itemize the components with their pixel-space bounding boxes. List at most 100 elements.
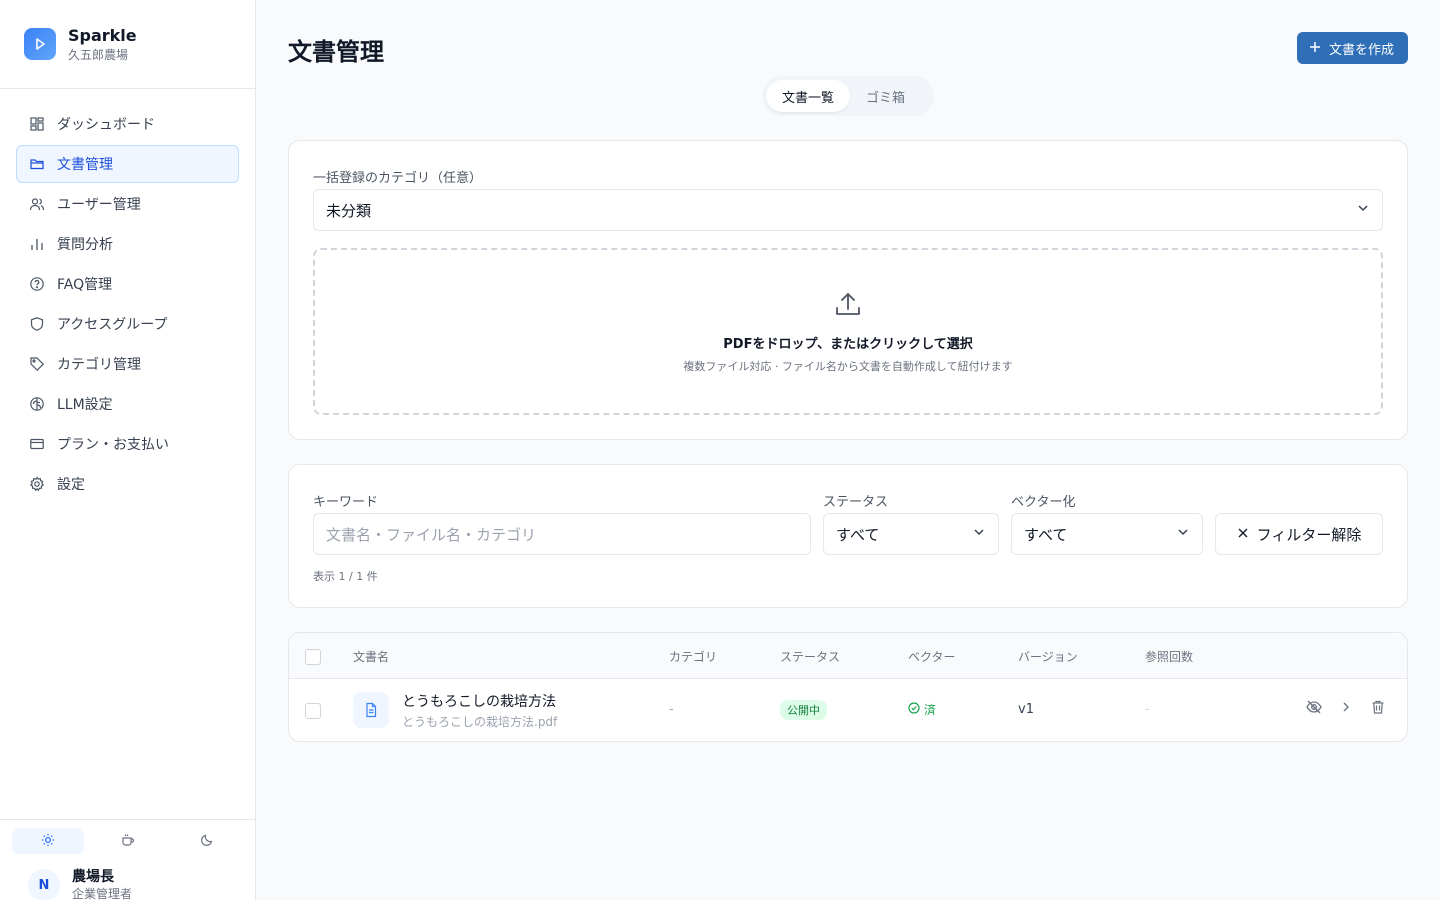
document-name[interactable]: とうもろこしの栽培方法 bbox=[402, 691, 556, 711]
chevron-down-icon bbox=[1356, 201, 1370, 219]
sidebar-item-faq[interactable]: FAQ管理 bbox=[16, 265, 239, 303]
result-count: 表示 1 / 1 件 bbox=[313, 570, 378, 583]
brand-name: Sparkle bbox=[68, 25, 137, 45]
help-circle-icon bbox=[29, 276, 45, 292]
sidebar-item-label: ダッシュボード bbox=[57, 117, 155, 133]
chevron-right-icon bbox=[1339, 700, 1353, 718]
category-label: 一括登録のカテゴリ（任意） bbox=[313, 171, 483, 186]
dropzone-title: PDFをドロップ、またはクリックして選択 bbox=[723, 337, 973, 352]
sidebar-item-llm[interactable]: LLM設定 bbox=[16, 385, 239, 423]
documents-table: 文書名 カテゴリ ステータス ベクター バージョン 参照回数 とうもろこしの栽培… bbox=[288, 632, 1408, 742]
user-role: 企業管理者 bbox=[72, 887, 133, 900]
upload-icon bbox=[833, 289, 863, 323]
sidebar-item-label: 文書管理 bbox=[57, 157, 113, 173]
sidebar-item-label: カテゴリ管理 bbox=[57, 357, 141, 373]
trash-icon bbox=[1370, 699, 1386, 719]
file-dropzone[interactable]: PDFをドロップ、またはクリックして選択 複数ファイル対応 · ファイル名から文… bbox=[313, 248, 1383, 415]
sidebar-item-label: FAQ管理 bbox=[57, 277, 113, 293]
vector-select-value: すべて bbox=[1024, 525, 1068, 544]
keyword-placeholder: 文書名・ファイル名・カテゴリ bbox=[326, 525, 537, 544]
sidebar: Sparkle 久五郎農場 ダッシュボード 文書管理 ユーザー管理 質問分析 F… bbox=[0, 0, 256, 900]
tab-documents[interactable]: 文書一覧 bbox=[766, 80, 851, 112]
status-select[interactable]: すべて bbox=[823, 513, 999, 555]
view-tabs: 文書一覧 ゴミ箱 bbox=[762, 76, 934, 116]
status-badge: 公開中 bbox=[780, 700, 827, 720]
sidebar-item-analytics[interactable]: 質問分析 bbox=[16, 225, 239, 263]
users-icon bbox=[29, 196, 45, 212]
sidebar-item-categories[interactable]: カテゴリ管理 bbox=[16, 345, 239, 383]
eye-off-icon bbox=[1305, 698, 1323, 720]
keyword-label: キーワード bbox=[313, 495, 379, 510]
vector-select[interactable]: すべて bbox=[1011, 513, 1203, 555]
main-content: 文書管理 文書を作成 文書一覧 ゴミ箱 一括登録のカテゴリ（任意） 未分類 PD… bbox=[256, 0, 1440, 900]
sidebar-item-label: 設定 bbox=[57, 477, 85, 493]
document-category: - bbox=[669, 702, 674, 717]
column-header-vector[interactable]: ベクター bbox=[908, 648, 956, 665]
open-detail-button[interactable] bbox=[1337, 700, 1355, 718]
sun-icon bbox=[41, 832, 55, 851]
vector-label: ベクター化 bbox=[1011, 495, 1076, 510]
row-checkbox[interactable] bbox=[305, 703, 321, 719]
column-header-name[interactable]: 文書名 bbox=[353, 648, 389, 665]
page-title: 文書管理 bbox=[288, 38, 384, 66]
avatar: N bbox=[28, 869, 60, 900]
close-icon bbox=[1237, 525, 1249, 543]
row-actions bbox=[1305, 700, 1387, 718]
dashboard-icon bbox=[29, 116, 45, 132]
column-header-refs[interactable]: 参照回数 bbox=[1145, 648, 1193, 665]
chevron-down-icon bbox=[972, 525, 986, 543]
sidebar-nav: ダッシュボード 文書管理 ユーザー管理 質問分析 FAQ管理 アクセスグループ … bbox=[0, 89, 255, 503]
theme-dark-button[interactable] bbox=[171, 828, 243, 854]
document-version: v1 bbox=[1018, 702, 1034, 717]
check-circle-icon bbox=[908, 702, 920, 717]
plus-icon bbox=[1309, 41, 1321, 56]
clear-filters-button[interactable]: フィルター解除 bbox=[1215, 513, 1383, 555]
sidebar-footer: N 農場長 企業管理者 bbox=[0, 819, 255, 900]
tab-trash[interactable]: ゴミ箱 bbox=[850, 80, 921, 112]
gear-icon bbox=[29, 476, 45, 492]
keyword-input[interactable]: 文書名・ファイル名・カテゴリ bbox=[313, 513, 811, 555]
create-document-label: 文書を作成 bbox=[1328, 41, 1394, 57]
brand-logo-icon bbox=[24, 28, 56, 60]
user-profile[interactable]: N 農場長 企業管理者 bbox=[0, 854, 255, 900]
delete-button[interactable] bbox=[1369, 700, 1387, 718]
coffee-icon bbox=[121, 832, 135, 851]
dropzone-subtitle: 複数ファイル対応 · ファイル名から文書を自動作成して紐付けます bbox=[683, 360, 1013, 373]
sidebar-item-dashboard[interactable]: ダッシュボード bbox=[16, 105, 239, 143]
sidebar-item-label: 質問分析 bbox=[57, 237, 113, 253]
column-header-category[interactable]: カテゴリ bbox=[669, 648, 717, 665]
brand-org: 久五郎農場 bbox=[68, 47, 129, 62]
column-header-version[interactable]: バージョン bbox=[1018, 648, 1078, 665]
hide-button[interactable] bbox=[1305, 700, 1323, 718]
theme-light-button[interactable] bbox=[12, 828, 84, 854]
file-text-icon bbox=[353, 692, 389, 728]
status-label: ステータス bbox=[823, 495, 889, 510]
document-refs: - bbox=[1145, 702, 1150, 717]
column-header-status[interactable]: ステータス bbox=[780, 648, 840, 665]
upload-card: 一括登録のカテゴリ（任意） 未分類 PDFをドロップ、またはクリックして選択 複… bbox=[288, 140, 1408, 440]
table-header: 文書名 カテゴリ ステータス ベクター バージョン 参照回数 bbox=[289, 633, 1407, 679]
category-select[interactable]: 未分類 bbox=[313, 189, 1383, 231]
credit-card-icon bbox=[29, 436, 45, 452]
sidebar-item-billing[interactable]: プラン・お支払い bbox=[16, 425, 239, 463]
status-select-value: すべて bbox=[836, 525, 880, 544]
table-row[interactable]: とうもろこしの栽培方法 とうもろこしの栽培方法.pdf - 公開中 済 v1 - bbox=[289, 679, 1407, 741]
filter-card: キーワード 文書名・ファイル名・カテゴリ ステータス すべて ベクター化 すべて… bbox=[288, 464, 1408, 608]
bar-chart-icon bbox=[29, 236, 45, 252]
moon-icon bbox=[200, 832, 214, 851]
theme-warm-button[interactable] bbox=[92, 828, 164, 854]
sidebar-item-label: アクセスグループ bbox=[57, 317, 168, 333]
select-all-checkbox[interactable] bbox=[305, 649, 321, 665]
chevron-down-icon bbox=[1176, 525, 1190, 543]
shield-icon bbox=[29, 316, 45, 332]
create-document-button[interactable]: 文書を作成 bbox=[1296, 32, 1408, 64]
sidebar-item-settings[interactable]: 設定 bbox=[16, 465, 239, 503]
sidebar-item-access-groups[interactable]: アクセスグループ bbox=[16, 305, 239, 343]
brand[interactable]: Sparkle 久五郎農場 bbox=[0, 0, 255, 89]
tag-icon bbox=[29, 356, 45, 372]
sidebar-item-documents[interactable]: 文書管理 bbox=[16, 145, 239, 183]
category-select-value: 未分類 bbox=[326, 201, 372, 220]
vector-status-label: 済 bbox=[924, 703, 937, 717]
theme-switcher bbox=[0, 820, 255, 854]
sidebar-item-users[interactable]: ユーザー管理 bbox=[16, 185, 239, 223]
